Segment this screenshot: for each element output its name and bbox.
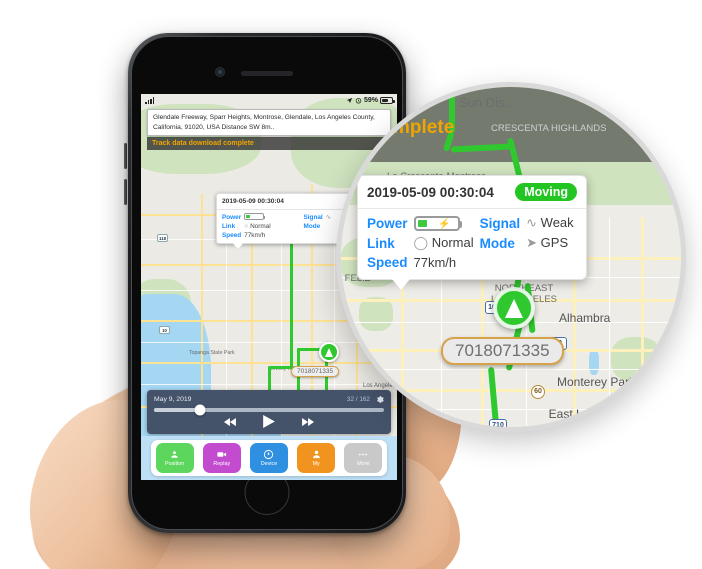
map-label: Monterey Park [557,375,636,389]
ellipsis-icon [357,449,369,460]
power-label: Power [222,213,242,221]
tab-label: More [357,461,370,467]
fast-forward-icon[interactable] [301,417,314,427]
highway-shield: 10 [159,326,170,334]
track-segment [269,366,293,369]
highway-shield: 60 [531,385,545,399]
map-label: Alhambra [559,311,611,325]
callout-timestamp: 2019-05-09 00:30:04 [222,198,284,205]
link-value: Normal [431,235,474,251]
playback-date: May 9, 2019 [154,396,192,403]
status-badge: Moving [515,183,577,201]
device-marker[interactable] [319,342,339,362]
magnified-info-callout[interactable]: 2019-05-09 00:30:04 Moving Power ⚡ Signa… [357,175,587,291]
battery-icon [244,213,266,221]
magnified-toast-text: a complete [355,117,455,138]
speed-value: 77km/h [413,255,457,271]
tab-label: My [312,461,320,467]
tab-replay[interactable]: Replay [202,443,241,473]
rewind-icon[interactable] [224,417,237,427]
clock-icon: ◯ [413,235,429,251]
tab-position[interactable]: Position [155,443,194,473]
tab-label: Device [260,461,278,467]
device-marker[interactable] [493,287,535,329]
slider-knob[interactable] [194,404,206,416]
wifi-icon: ∿ [325,214,332,221]
mode-label: Mode [303,223,321,230]
map-label: Topanga State Park [189,350,235,356]
map-label: CRESCENTA HIGHLANDS [491,123,607,134]
signal-label: Signal [303,213,323,221]
volume-down-button[interactable] [124,179,127,205]
speed-label: Speed [367,255,408,271]
map-label: East Los Angeles [548,407,596,432]
volume-up-button[interactable] [124,143,127,169]
signal-value: Weak [540,215,574,231]
tab-my[interactable]: My [297,443,336,473]
location-pin-icon [169,449,180,460]
play-icon[interactable] [263,415,275,428]
speed-label: Speed [222,232,242,239]
tab-device[interactable]: Device [249,443,288,473]
screenshot-root: Santa Clarita Topanga State Park Santa M… [0,0,702,569]
track-segment [290,272,293,368]
mode-label: Mode [479,235,515,251]
compass-icon [263,449,274,460]
power-label: Power [367,215,408,231]
video-icon [216,449,227,460]
callout-tail [392,279,410,291]
callout-timestamp: 2019-05-09 00:30:04 [367,184,494,200]
bottom-tab-bar: Position Replay Device My More [141,436,397,480]
navigation-arrow-icon [319,342,339,362]
link-label: Link [222,223,236,230]
earpiece-speaker [241,71,293,76]
slider-fill [154,408,200,412]
wifi-icon: ∿ [526,215,538,231]
highway-shield: 118 [157,234,168,242]
front-camera [215,67,225,77]
tab-label: Position [165,461,185,467]
tab-bar-card: Position Replay Device My More [151,440,387,476]
toast-message: Track data download complete [152,140,254,148]
highway-shield: 710 [489,419,507,427]
tab-more[interactable]: More [344,443,383,473]
satellite-icon: ➤ [526,235,538,251]
magnified-top-label: Sun Dis.. [459,95,512,110]
device-id-label[interactable]: 7018071335 [291,366,340,377]
callout-header: 2019-05-09 00:30:04 Moving [358,176,586,209]
callout-tail [233,243,243,249]
link-label: Link [367,235,395,251]
signal-label: Signal [479,215,521,231]
person-icon [311,449,322,460]
battery-icon: ⚡ [413,216,462,232]
speed-value: 77km/h [244,232,266,239]
navigation-arrow-icon [493,287,535,329]
clock-icon: ○ [244,223,249,230]
magnifier-lens: a complete Sun Dis.. CRESCENTA HIGHLANDS… [336,82,686,432]
signal-bars-icon [145,97,155,104]
device-id-label[interactable]: 7018071335 [441,337,564,365]
callout-body: Power ⚡ Signal ∿ Weak Link ◯ Normal Mode… [358,209,586,279]
tab-label: Replay [213,461,231,467]
mode-value: GPS [540,235,569,251]
